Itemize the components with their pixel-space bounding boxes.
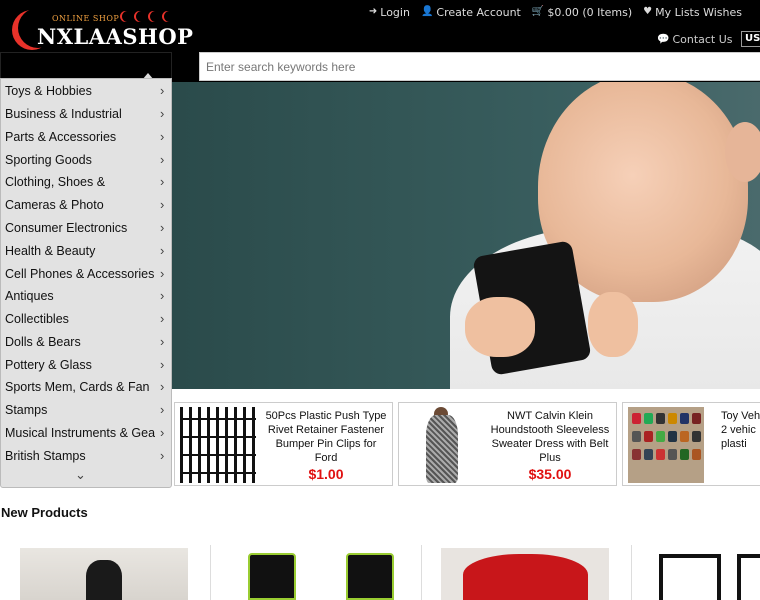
product-title[interactable]: NWT Calvin Klein Houndstooth Sleeveless … (487, 409, 613, 465)
category-menu: Toys & Hobbies › Business & Industrial › P… (0, 78, 172, 488)
category-label: Stamps (5, 403, 48, 417)
chevron-right-icon: › (160, 379, 165, 394)
search-input[interactable] (199, 52, 760, 81)
category-item[interactable]: Antiques › (1, 285, 173, 307)
category-label: Toys & Hobbies (5, 84, 92, 98)
new-product-image[interactable] (230, 548, 398, 600)
category-item[interactable]: British Stamps › (1, 445, 173, 467)
chevron-right-icon: › (160, 288, 165, 303)
site-logo[interactable]: ONLINE SHOP NXLAASHOP (18, 6, 193, 52)
divider (210, 545, 211, 600)
new-product-image[interactable] (441, 548, 609, 600)
chevron-right-icon: › (160, 174, 165, 189)
category-item[interactable]: Dolls & Bears › (1, 331, 173, 353)
login-link[interactable]: ➜ Login (369, 4, 410, 20)
category-label: British Stamps (5, 449, 86, 463)
chevron-right-icon: › (160, 448, 165, 463)
category-label: Musical Instruments & Gear (5, 426, 155, 440)
category-label: Collectibles (5, 312, 69, 326)
product-image[interactable] (628, 407, 704, 483)
top-links: ➜ Login 👤 Create Account 🛒 $0.00 (0 Item… (369, 4, 742, 20)
hero-hand-right (588, 292, 638, 357)
logo-mini-moons-icon (118, 11, 178, 23)
category-item[interactable]: Cameras & Photo › (1, 194, 173, 216)
category-label: Business & Industrial (5, 107, 122, 121)
category-item[interactable]: Parts & Accessories › (1, 126, 173, 148)
new-products-heading: New Products (1, 505, 88, 520)
chevron-right-icon: › (160, 357, 165, 372)
create-account-link[interactable]: 👤 Create Account (421, 4, 521, 20)
chat-icon: 💬 (657, 33, 670, 45)
chevron-right-icon: › (160, 83, 165, 98)
product-price: $1.00 (308, 466, 344, 482)
category-item[interactable]: Clothing, Shoes & › (1, 171, 173, 193)
category-item[interactable]: Sporting Goods › (1, 149, 173, 171)
new-product-image[interactable] (655, 548, 760, 600)
chevron-right-icon: › (160, 152, 165, 167)
category-label: Parts & Accessories (5, 130, 117, 144)
category-item[interactable]: Toys & Hobbies › (1, 80, 173, 102)
divider (421, 545, 422, 600)
page: ONLINE SHOP NXLAASHOP ➜ Login 👤 Create A… (0, 0, 760, 600)
category-label: Cell Phones & Accessories (5, 267, 155, 281)
cart-link[interactable]: 🛒 $0.00 (0 Items) (532, 4, 632, 20)
category-label: Cameras & Photo (5, 198, 104, 212)
wishlist-label: My Lists Wishes (655, 5, 742, 19)
hero-baby-ear (725, 122, 760, 182)
chevron-right-icon: › (160, 129, 165, 144)
create-account-label: Create Account (436, 5, 521, 19)
chevron-right-icon: › (160, 402, 165, 417)
featured-product-card[interactable]: NWT Calvin Klein Houndstooth Sleeveless … (398, 402, 617, 486)
chevron-right-icon: › (160, 197, 165, 212)
chevron-right-icon: › (160, 243, 165, 258)
featured-product-card[interactable]: 50Pcs Plastic Push Type Rivet Retainer F… (174, 402, 393, 486)
divider (631, 545, 632, 600)
featured-product-card[interactable]: Toy Veh of 2 vehic plasti (622, 402, 760, 486)
chevron-right-icon: › (160, 334, 165, 349)
category-label: Health & Beauty (5, 244, 96, 258)
category-label: Sports Mem, Cards & Fan (5, 380, 150, 394)
category-label: Consumer Electronics (5, 221, 128, 235)
category-label: Clothing, Shoes & (5, 175, 106, 189)
product-image[interactable] (180, 407, 256, 483)
login-icon: ➜ (368, 6, 378, 17)
cart-label: $0.00 (0 Items) (547, 5, 633, 19)
product-image[interactable] (404, 407, 480, 483)
chevron-down-icon[interactable]: ⌄ (75, 469, 86, 483)
category-label: Antiques (5, 289, 54, 303)
contact-link[interactable]: 💬 Contact Us (657, 33, 733, 46)
heart-icon: ♥ (643, 6, 653, 17)
chevron-right-icon: › (160, 106, 165, 121)
category-item[interactable]: Business & Industrial › (1, 103, 173, 125)
category-label: Pottery & Glass (5, 358, 92, 372)
category-item[interactable]: Sports Mem, Cards & Fan › (1, 376, 173, 398)
hero-banner[interactable] (160, 82, 760, 389)
logo-tagline: ONLINE SHOP (52, 14, 120, 23)
product-title[interactable]: Toy Veh of 2 vehic plasti (709, 409, 760, 451)
category-item[interactable]: Consumer Electronics › (1, 217, 173, 239)
category-item[interactable]: Pottery & Glass › (1, 354, 173, 376)
wishlist-link[interactable]: ♥ My Lists Wishes (643, 4, 742, 20)
category-item[interactable]: Cell Phones & Accessories › (1, 263, 173, 285)
category-label: Dolls & Bears (5, 335, 81, 349)
chevron-right-icon: › (160, 266, 165, 281)
category-item[interactable]: Health & Beauty › (1, 240, 173, 262)
category-item[interactable]: Stamps › (1, 399, 173, 421)
product-price: $35.00 (528, 466, 572, 482)
chevron-right-icon: › (160, 220, 165, 235)
category-item[interactable]: Collectibles › (1, 308, 173, 330)
chevron-right-icon: › (160, 311, 165, 326)
category-item[interactable]: Musical Instruments & Gear › (1, 422, 173, 444)
contact-label: Contact Us (672, 33, 733, 46)
hero-hand-left (465, 297, 535, 357)
cart-icon: 🛒 (531, 6, 545, 17)
product-title[interactable]: 50Pcs Plastic Push Type Rivet Retainer F… (263, 409, 389, 465)
language-select[interactable]: US (741, 31, 760, 47)
logo-brand: NXLAASHOP (37, 24, 194, 49)
category-label: Sporting Goods (5, 153, 92, 167)
chevron-right-icon: › (160, 425, 165, 440)
login-label: Login (380, 5, 410, 19)
new-product-image[interactable] (20, 548, 188, 600)
user-icon: 👤 (420, 6, 434, 17)
